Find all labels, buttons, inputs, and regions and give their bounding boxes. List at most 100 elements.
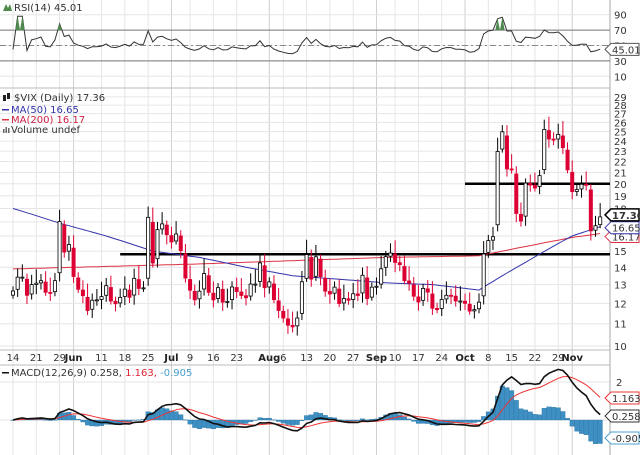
macd-histogram-bar [476, 419, 482, 422]
candle [430, 281, 435, 315]
price-tick-label: 21 [614, 168, 627, 179]
candle-body [43, 281, 48, 293]
candle [551, 132, 556, 146]
rsi-icon [3, 4, 12, 11]
candle [24, 273, 29, 304]
candle [337, 279, 342, 308]
candle-body [304, 254, 309, 279]
date-label: 21 [30, 353, 43, 364]
candle-body [388, 252, 393, 257]
price-tick-label: 14 [614, 263, 627, 274]
macd-histogram-bar [252, 419, 258, 421]
candle [66, 235, 71, 261]
candle-body [476, 301, 481, 310]
macd-histogram-bar [579, 419, 584, 434]
macd-histogram-bar [266, 417, 272, 421]
macd-histogram-bar [462, 419, 468, 423]
candle [57, 209, 62, 282]
candle [402, 255, 407, 285]
candle [34, 269, 39, 295]
macd-histogram-bar [159, 407, 165, 421]
macd-histogram-bar [192, 419, 198, 428]
macd-hist-tag: -0.905 [604, 431, 640, 445]
candle-body [518, 213, 523, 222]
macd-histogram-bar [406, 418, 412, 421]
axes: 9070503010101112131415161718192021222324… [7, 11, 627, 389]
candle-body [598, 216, 603, 226]
candle-body [94, 299, 99, 302]
volume-icon [3, 127, 10, 133]
macd-histogram-bar [457, 419, 463, 423]
candle-body [463, 300, 468, 304]
price-tick-label: 24 [614, 137, 627, 148]
macd-histogram-bar [294, 419, 300, 425]
macd-histogram-bar [401, 416, 407, 421]
candle-body [341, 298, 346, 304]
macd-histogram-bar [532, 414, 538, 421]
candle [360, 267, 365, 303]
candle [295, 311, 300, 336]
candle-body [318, 258, 323, 278]
macd-histogram-bar [201, 419, 207, 428]
candle [388, 243, 393, 262]
candle-body [495, 151, 500, 226]
candle-body [444, 294, 449, 300]
candle-body [122, 288, 127, 297]
macd-hist-tag-text: -0.905 [612, 434, 640, 445]
candle [458, 286, 463, 311]
candle-body [290, 324, 295, 328]
grid [0, 0, 611, 455]
date-label: 16 [207, 353, 220, 364]
candle [523, 178, 528, 226]
candle [500, 125, 505, 153]
candle [290, 311, 295, 333]
macd-histogram-bar [80, 419, 86, 423]
candle-body [136, 279, 141, 289]
candle-body [514, 173, 519, 214]
volume-legend-text: Volume undef [11, 125, 81, 136]
macd-histogram-bar [560, 411, 566, 421]
candle-body [551, 138, 556, 141]
candle-body [584, 183, 589, 186]
candle-body [29, 284, 34, 295]
macd-histogram-bar [355, 419, 361, 421]
candle-body [295, 317, 300, 327]
candle-body [490, 236, 495, 241]
macd-histogram-bar [360, 418, 365, 421]
candle [490, 226, 495, 250]
macd-histogram-bar [541, 408, 547, 421]
macd-histogram-bar [369, 419, 375, 421]
candle [509, 154, 514, 174]
macd-histogram-bar [513, 400, 519, 421]
rsi-legend: RSI(14) 45.01 [3, 3, 83, 14]
macd-histogram-bar [350, 419, 356, 422]
candle [584, 171, 589, 191]
candle-body [85, 296, 90, 311]
date-label: 24 [435, 353, 448, 364]
candle-body [523, 182, 528, 217]
candle-body [397, 262, 402, 266]
macd-histogram-bar [565, 418, 570, 421]
candle-body [323, 277, 328, 292]
date-label: 6 [280, 353, 286, 364]
candle [85, 283, 90, 316]
candle-body [565, 149, 570, 171]
candle [80, 280, 85, 304]
rsi-overbought-fill [19, 16, 25, 31]
candle [476, 293, 481, 314]
price-tick-label: 13 [614, 281, 627, 292]
candle-body [192, 290, 197, 301]
date-label: 23 [230, 353, 243, 364]
macd-histogram-bar [411, 419, 417, 422]
macd-histogram-bar [262, 418, 268, 421]
rsi-legend-text: RSI(14) 45.01 [14, 3, 83, 14]
candle-body [504, 135, 509, 170]
macd-histogram-bar [182, 419, 188, 421]
candle-body [183, 253, 188, 279]
rsi-tick-label: 70 [614, 26, 627, 37]
candle [15, 268, 20, 297]
date-label: 25 [142, 353, 155, 364]
candle-body [248, 283, 253, 297]
candle-body [346, 298, 351, 301]
macd-histogram-bar [509, 390, 515, 421]
